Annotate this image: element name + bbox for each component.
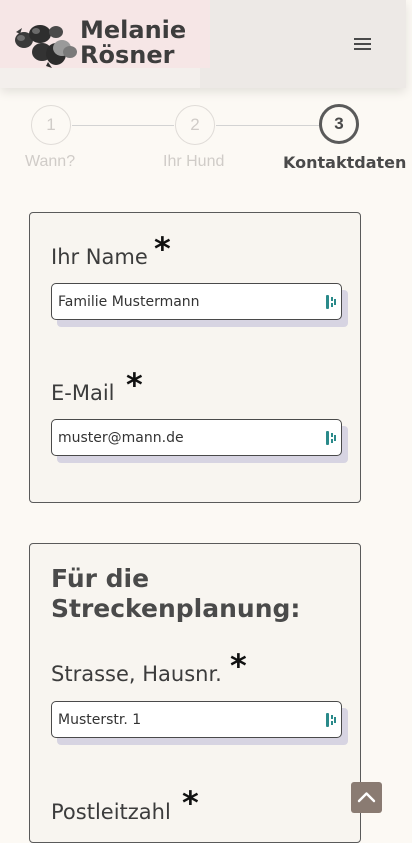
scroll-to-top-button[interactable] [351, 782, 382, 813]
route-title-line-1: Für die [51, 564, 150, 593]
name-label: Ihr Name [51, 245, 148, 269]
contact-card: Ihr Name * E-Mail * [29, 212, 361, 503]
paw-logo-icon[interactable] [12, 18, 80, 70]
street-label: Strasse, Hausnr. [51, 662, 222, 686]
step-3-label: Kontaktdaten [283, 153, 407, 172]
step-1-circle[interactable]: 1 [31, 105, 71, 145]
name-input[interactable] [51, 283, 342, 320]
email-required-marker: * [126, 366, 143, 404]
step-2-circle[interactable]: 2 [175, 105, 215, 145]
email-input[interactable] [51, 419, 342, 456]
street-required-marker: * [230, 647, 247, 685]
logo-line-second: Rösner [80, 41, 175, 69]
route-planning-title: Für die Streckenplanung: [51, 564, 300, 624]
step-1-label: Wann? [25, 153, 76, 170]
email-label: E-Mail [51, 381, 115, 405]
step-connector-2 [216, 125, 319, 126]
route-planning-card: Für die Streckenplanung: Strasse, Hausnr… [29, 543, 361, 843]
step-2-label: Ihr Hund [163, 153, 225, 170]
site-header: Melanie Rösner [0, 0, 406, 88]
name-required-marker: * [154, 230, 171, 268]
password-manager-icon[interactable] [325, 430, 337, 446]
email-field-wrapper [51, 419, 348, 463]
password-manager-icon[interactable] [325, 294, 337, 310]
zip-required-marker: * [182, 784, 199, 822]
street-input[interactable] [51, 701, 342, 738]
site-logo-text[interactable]: Melanie Rösner [80, 18, 186, 68]
logo-line-first: Melanie [80, 16, 187, 44]
street-field-wrapper [51, 701, 348, 745]
chevron-up-icon [357, 792, 376, 803]
name-field-wrapper [51, 283, 348, 327]
zip-label: Postleitzahl [51, 800, 171, 824]
menu-button[interactable] [350, 34, 376, 54]
hamburger-icon-bar-top [354, 38, 371, 40]
route-title-line-2: Streckenplanung: [51, 594, 301, 623]
password-manager-icon[interactable] [325, 712, 337, 728]
step-connector-1 [72, 125, 174, 126]
hamburger-icon-bar-middle [354, 43, 371, 45]
hamburger-icon-bar-bottom [354, 48, 371, 50]
step-3-circle[interactable]: 3 [319, 104, 359, 144]
